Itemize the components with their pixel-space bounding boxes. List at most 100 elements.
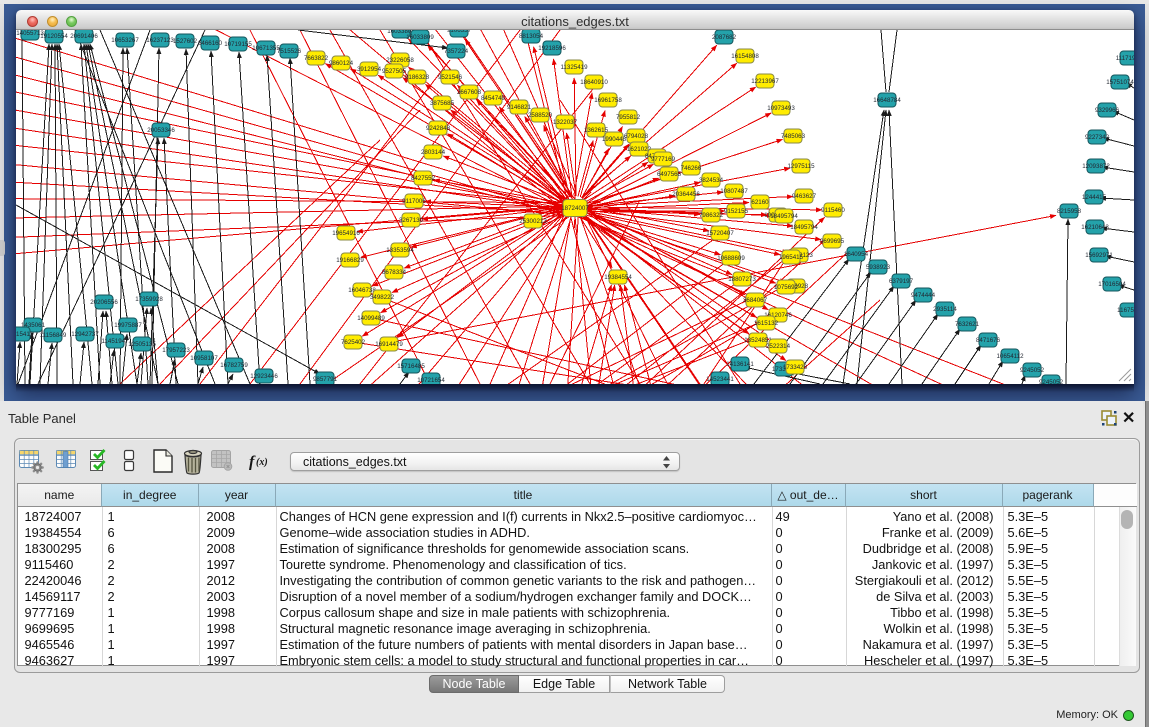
svg-text:20206556: 20206556 bbox=[90, 299, 118, 306]
svg-text:1075692: 1075692 bbox=[774, 284, 799, 291]
svg-text:10688609: 10688609 bbox=[717, 255, 745, 262]
svg-text:19654916: 19654916 bbox=[332, 230, 360, 237]
svg-text:18724007: 18724007 bbox=[561, 205, 589, 212]
svg-text:8215958: 8215958 bbox=[1057, 208, 1082, 215]
svg-text:3875685: 3875685 bbox=[430, 100, 455, 107]
svg-text:20691406: 20691406 bbox=[70, 33, 98, 40]
svg-text:1990448: 1990448 bbox=[602, 136, 627, 143]
svg-text:3498222: 3498222 bbox=[370, 294, 395, 301]
svg-text:18807273: 18807273 bbox=[728, 276, 756, 283]
svg-text:20053346: 20053346 bbox=[147, 127, 175, 134]
svg-text:9245052: 9245052 bbox=[1020, 367, 1045, 374]
svg-text:6794028: 6794028 bbox=[624, 133, 649, 140]
svg-text:9115460: 9115460 bbox=[821, 207, 845, 214]
svg-text:10654112: 10654112 bbox=[996, 353, 1024, 360]
svg-text:1322037: 1322037 bbox=[553, 119, 578, 126]
svg-text:16914479: 16914479 bbox=[375, 341, 403, 348]
svg-text:2935114: 2935114 bbox=[933, 306, 957, 313]
svg-text:62160: 62160 bbox=[751, 199, 769, 206]
svg-text:12942737: 12942737 bbox=[71, 331, 99, 338]
svg-text:3684067: 3684067 bbox=[743, 297, 768, 304]
svg-text:(x): (x) bbox=[256, 457, 268, 468]
svg-text:5938923: 5938923 bbox=[866, 264, 891, 271]
svg-text:9242848: 9242848 bbox=[426, 125, 451, 132]
svg-text:7515526: 7515526 bbox=[277, 48, 302, 55]
svg-text:2588520: 2588520 bbox=[528, 112, 553, 119]
svg-text:2667608: 2667608 bbox=[457, 89, 482, 96]
svg-text:9329966: 9329966 bbox=[1095, 107, 1120, 114]
svg-text:10958107: 10958107 bbox=[190, 355, 218, 362]
svg-text:16210643: 16210643 bbox=[1081, 224, 1109, 231]
svg-text:2522314: 2522314 bbox=[766, 343, 791, 350]
svg-text:15692971: 15692971 bbox=[1085, 252, 1113, 259]
svg-text:19218596: 19218596 bbox=[538, 45, 566, 52]
svg-text:10653267: 10653267 bbox=[111, 37, 139, 44]
svg-text:6497568: 6497568 bbox=[657, 171, 682, 178]
svg-text:2087682: 2087682 bbox=[712, 34, 737, 41]
svg-text:8427552: 8427552 bbox=[411, 175, 436, 182]
svg-text:13353594: 13353594 bbox=[386, 247, 414, 254]
svg-text:9521546: 9521546 bbox=[438, 74, 463, 81]
svg-text:17957223: 17957223 bbox=[162, 347, 190, 354]
svg-text:9860124: 9860124 bbox=[329, 60, 354, 67]
svg-text:8471676: 8471676 bbox=[976, 337, 1001, 344]
svg-text:16961758: 16961758 bbox=[594, 97, 622, 104]
svg-text:3915411: 3915411 bbox=[16, 331, 33, 338]
svg-text:6466160: 6466160 bbox=[198, 40, 223, 47]
svg-text:16782759: 16782759 bbox=[220, 362, 248, 369]
svg-text:11156849: 11156849 bbox=[40, 332, 67, 339]
svg-text:1167530: 1167530 bbox=[1117, 307, 1134, 314]
svg-text:1733426: 1733426 bbox=[783, 364, 808, 371]
svg-text:7357224: 7357224 bbox=[444, 48, 469, 55]
svg-text:12093872: 12093872 bbox=[1082, 163, 1110, 170]
svg-text:6379197: 6379197 bbox=[889, 278, 914, 285]
svg-text:16033809: 16033809 bbox=[406, 34, 434, 41]
svg-text:1965415: 1965415 bbox=[779, 254, 804, 261]
svg-text:7986322: 7986322 bbox=[699, 212, 724, 219]
svg-text:15751074: 15751074 bbox=[1106, 79, 1134, 86]
svg-text:3267130: 3267130 bbox=[399, 217, 424, 224]
svg-text:19120554: 19120554 bbox=[40, 33, 68, 40]
svg-text:10807487: 10807487 bbox=[720, 188, 748, 195]
svg-text:25300213: 25300213 bbox=[519, 218, 547, 225]
svg-text:18640910: 18640910 bbox=[580, 79, 608, 86]
svg-text:16648784: 16648784 bbox=[873, 97, 901, 104]
svg-text:7485063: 7485063 bbox=[781, 133, 806, 140]
svg-text:23226058: 23226058 bbox=[386, 57, 414, 64]
svg-text:f: f bbox=[249, 454, 256, 471]
svg-text:1640954: 1640954 bbox=[844, 251, 869, 258]
svg-text:11451947: 11451947 bbox=[101, 338, 129, 345]
svg-text:19384554: 19384554 bbox=[604, 274, 632, 281]
svg-text:11325419: 11325419 bbox=[560, 64, 588, 71]
svg-text:7663822: 7663822 bbox=[304, 55, 329, 62]
svg-text:8186328: 8186328 bbox=[405, 74, 430, 81]
svg-text:12923446: 12923446 bbox=[250, 373, 278, 380]
svg-text:16154808: 16154808 bbox=[731, 53, 759, 60]
svg-text:18495794: 18495794 bbox=[770, 213, 798, 220]
svg-text:17016504: 17016504 bbox=[1098, 281, 1126, 288]
svg-text:10719155: 10719155 bbox=[224, 41, 252, 48]
svg-text:9146821: 9146821 bbox=[507, 104, 532, 111]
svg-text:16237123: 16237123 bbox=[146, 37, 174, 44]
svg-text:19166829: 19166829 bbox=[336, 257, 364, 264]
svg-text:7632621: 7632621 bbox=[955, 321, 980, 328]
svg-text:10973493: 10973493 bbox=[767, 105, 795, 112]
svg-text:9527505: 9527505 bbox=[382, 68, 407, 75]
svg-text:1615132: 1615132 bbox=[754, 320, 779, 327]
svg-text:3912954: 3912954 bbox=[357, 66, 382, 73]
svg-text:12213967: 12213967 bbox=[751, 78, 779, 85]
svg-text:3824534: 3824534 bbox=[699, 177, 724, 184]
svg-text:9117006: 9117006 bbox=[402, 198, 426, 205]
svg-text:12975115: 12975115 bbox=[787, 163, 815, 170]
svg-text:1527602: 1527602 bbox=[173, 38, 198, 45]
svg-text:9777169: 9777169 bbox=[651, 156, 676, 163]
svg-text:15720407: 15720407 bbox=[706, 230, 734, 237]
svg-text:9152155: 9152155 bbox=[724, 208, 749, 215]
svg-text:19975887: 19975887 bbox=[114, 322, 142, 329]
svg-text:9227342: 9227342 bbox=[1085, 134, 1110, 141]
svg-text:15716485: 15716485 bbox=[397, 363, 425, 370]
svg-text:11171954: 11171954 bbox=[1116, 55, 1134, 62]
svg-text:20364456: 20364456 bbox=[672, 191, 700, 198]
svg-text:14136141: 14136141 bbox=[726, 361, 754, 368]
svg-text:8454749: 8454749 bbox=[481, 95, 506, 102]
